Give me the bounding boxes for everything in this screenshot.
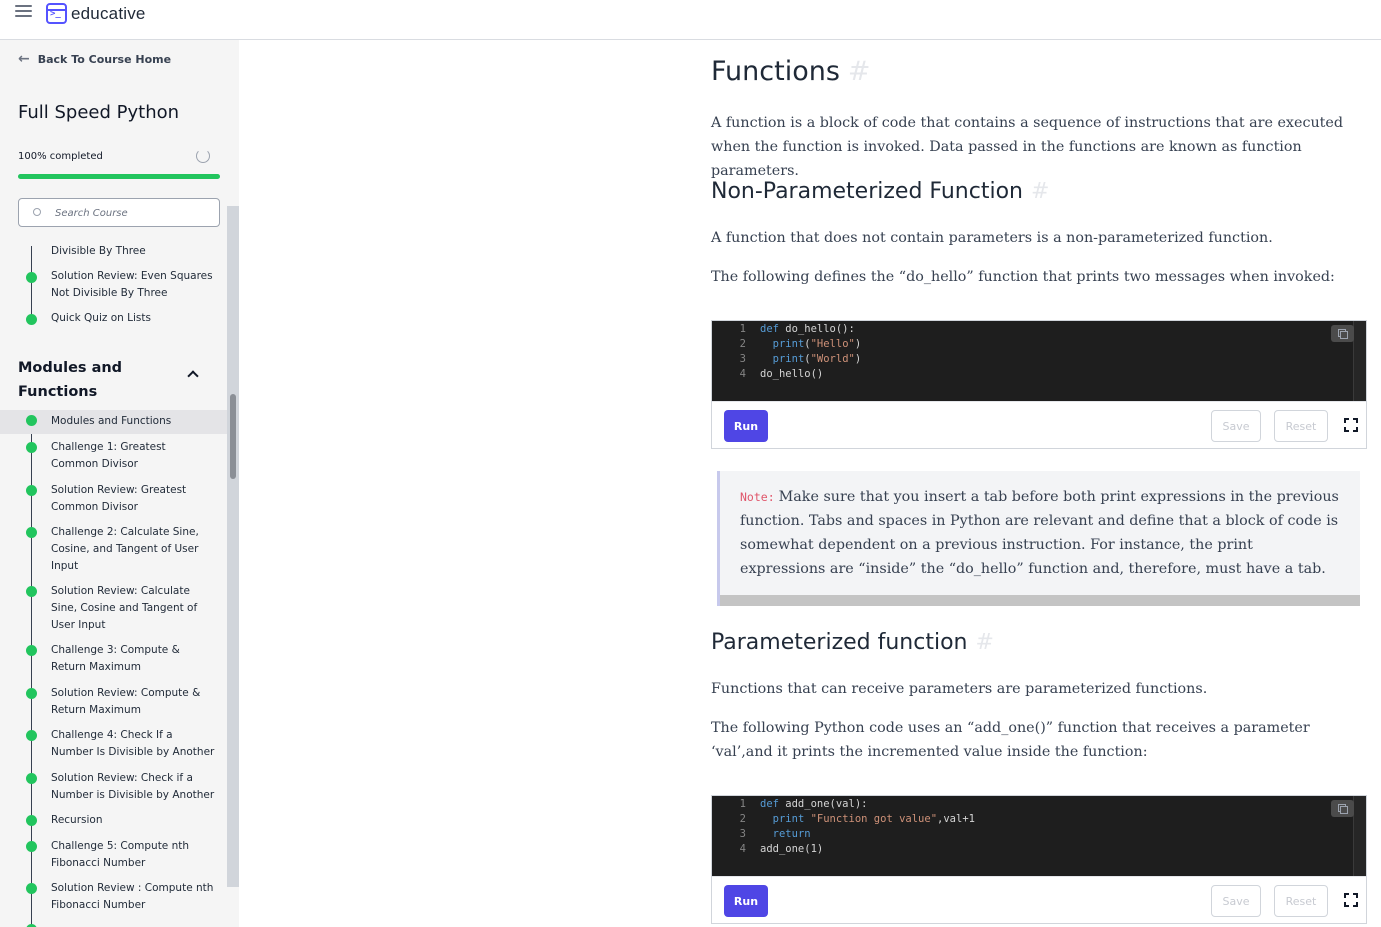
fullscreen-icon[interactable] [1344, 418, 1358, 432]
note-text: Note: Make sure that you insert a tab bef… [740, 489, 1339, 577]
code-widget-add-one: 1 def add_one(val): 2 print "Function got… [711, 795, 1367, 924]
completed-dot-icon [26, 730, 37, 741]
sidebar-scrollbar-thumb[interactable] [230, 394, 236, 479]
param-paragraph-1: Functions that can receive parameters ar… [711, 681, 1208, 697]
completed-dot-icon [26, 815, 37, 826]
progress-bar [18, 174, 220, 179]
educative-logo[interactable]: educative [46, 3, 146, 24]
code-toolbar: Run Save Reset [712, 401, 1366, 448]
intro-paragraph: A function is a block of code that conta… [711, 115, 1344, 179]
lesson-item[interactable]: Recursion [0, 813, 227, 839]
page-title: Functions # [711, 56, 871, 87]
save-button[interactable]: Save [1211, 885, 1261, 917]
lesson-item[interactable]: Challenge 3: Compute & Return Maximum [0, 643, 227, 685]
lesson-item[interactable]: Solution Review: Compute & Return Maximu… [0, 686, 227, 728]
progress-label: 100% completed [18, 151, 103, 162]
lesson-item[interactable]: Challenge 2: Calculate Sine, Cosine, and… [0, 525, 227, 585]
lesson-item[interactable]: Challenge 4: Check If a Number Is Divisi… [0, 728, 227, 770]
note-callout: Note: Make sure that you insert a tab bef… [717, 471, 1360, 606]
completed-dot-icon [26, 415, 37, 426]
lesson-item-active[interactable]: Modules and Functions [0, 410, 227, 434]
progress-bar-fill [18, 174, 220, 179]
lesson-item[interactable]: Solution Review: Even Squares Not Divisi… [0, 268, 227, 310]
lesson-item[interactable]: Solution Review: Calculate Sine, Cosine … [0, 584, 227, 644]
completed-dot-icon [26, 442, 37, 453]
heading-parameterized: Parameterized function # [711, 630, 994, 655]
completed-dot-icon [26, 688, 37, 699]
code-editor[interactable]: 1 def add_one(val): 2 print "Function got… [712, 796, 1366, 876]
completed-dot-icon [26, 883, 37, 894]
brand-name: educative [71, 3, 146, 23]
code-editor[interactable]: 1 def do_hello(): 2 print("Hello") 3 prin… [712, 321, 1366, 401]
lesson-item[interactable]: Solution Review: Greatest Common Divisor [0, 483, 227, 525]
param-paragraph-2: The following Python code uses an “add_o… [711, 720, 1310, 760]
note-horizontal-scrollbar[interactable] [720, 595, 1360, 606]
anchor-hash-icon[interactable]: # [848, 56, 871, 87]
code-toolbar: Run Save Reset [712, 876, 1366, 923]
lesson-item[interactable]: Challenge 1: Greatest Common Divisor [0, 440, 227, 482]
section-title-modules-and-functions[interactable]: Modules and Functions [18, 356, 158, 404]
completed-dot-icon [26, 645, 37, 656]
completed-dot-icon [26, 527, 37, 538]
completed-dot-icon [26, 485, 37, 496]
nonparam-paragraph-2: The following defines the “do_hello” fun… [711, 269, 1335, 285]
run-button[interactable]: Run [724, 885, 768, 917]
anchor-hash-icon[interactable]: # [1031, 179, 1049, 204]
copy-code-icon[interactable] [1331, 800, 1354, 817]
hamburger-menu-icon[interactable] [15, 5, 32, 19]
lesson-item[interactable]: Divisible By Three [0, 246, 227, 268]
educative-logo-icon [46, 3, 67, 24]
back-label: Back To Course Home [37, 52, 172, 66]
course-title: Full Speed Python [18, 102, 180, 123]
lesson-item[interactable]: Solution Review: Check if a Number is Di… [0, 771, 227, 813]
lesson-item[interactable]: Solution Review : Compute nth Fibonacci … [0, 881, 227, 923]
lesson-item[interactable]: Quick Quiz on Lists [0, 310, 227, 334]
copy-code-icon[interactable] [1331, 325, 1354, 342]
editor-vertical-scrollbar[interactable] [1353, 796, 1366, 876]
top-bar: educative [0, 0, 1381, 40]
note-tag: Note: [740, 490, 775, 504]
editor-vertical-scrollbar[interactable] [1353, 321, 1366, 401]
course-sidebar: ← Back To Course Home Full Speed Python … [0, 40, 239, 927]
chevron-up-icon[interactable] [187, 370, 199, 382]
search-course-box[interactable] [18, 198, 220, 227]
completed-dot-icon [26, 773, 37, 784]
save-button[interactable]: Save [1211, 410, 1261, 442]
search-course-input[interactable] [55, 205, 205, 221]
sidebar-scrollbar[interactable] [227, 206, 239, 887]
lesson-item[interactable] [0, 923, 227, 927]
back-to-course-home-link[interactable]: ← Back To Course Home [18, 51, 171, 67]
search-icon [33, 208, 41, 216]
run-button[interactable]: Run [724, 410, 768, 442]
completed-dot-icon [26, 314, 37, 325]
lesson-item[interactable]: Challenge 5: Compute nth Fibonacci Numbe… [0, 839, 227, 881]
completed-dot-icon [26, 272, 37, 283]
arrow-left-icon: ← [18, 51, 30, 67]
reset-progress-icon[interactable] [196, 149, 210, 163]
lesson-list: Divisible By Three Solution Review: Even… [0, 246, 227, 927]
nonparam-paragraph-1: A function that does not contain paramet… [711, 230, 1273, 246]
reset-button[interactable]: Reset [1274, 885, 1328, 917]
code-widget-do-hello: 1 def do_hello(): 2 print("Hello") 3 prin… [711, 320, 1367, 449]
completed-dot-icon [26, 586, 37, 597]
heading-non-parameterized: Non-Parameterized Function # [711, 179, 1050, 204]
anchor-hash-icon[interactable]: # [975, 630, 993, 655]
reset-button[interactable]: Reset [1274, 410, 1328, 442]
fullscreen-icon[interactable] [1344, 893, 1358, 907]
completed-dot-icon [26, 841, 37, 852]
